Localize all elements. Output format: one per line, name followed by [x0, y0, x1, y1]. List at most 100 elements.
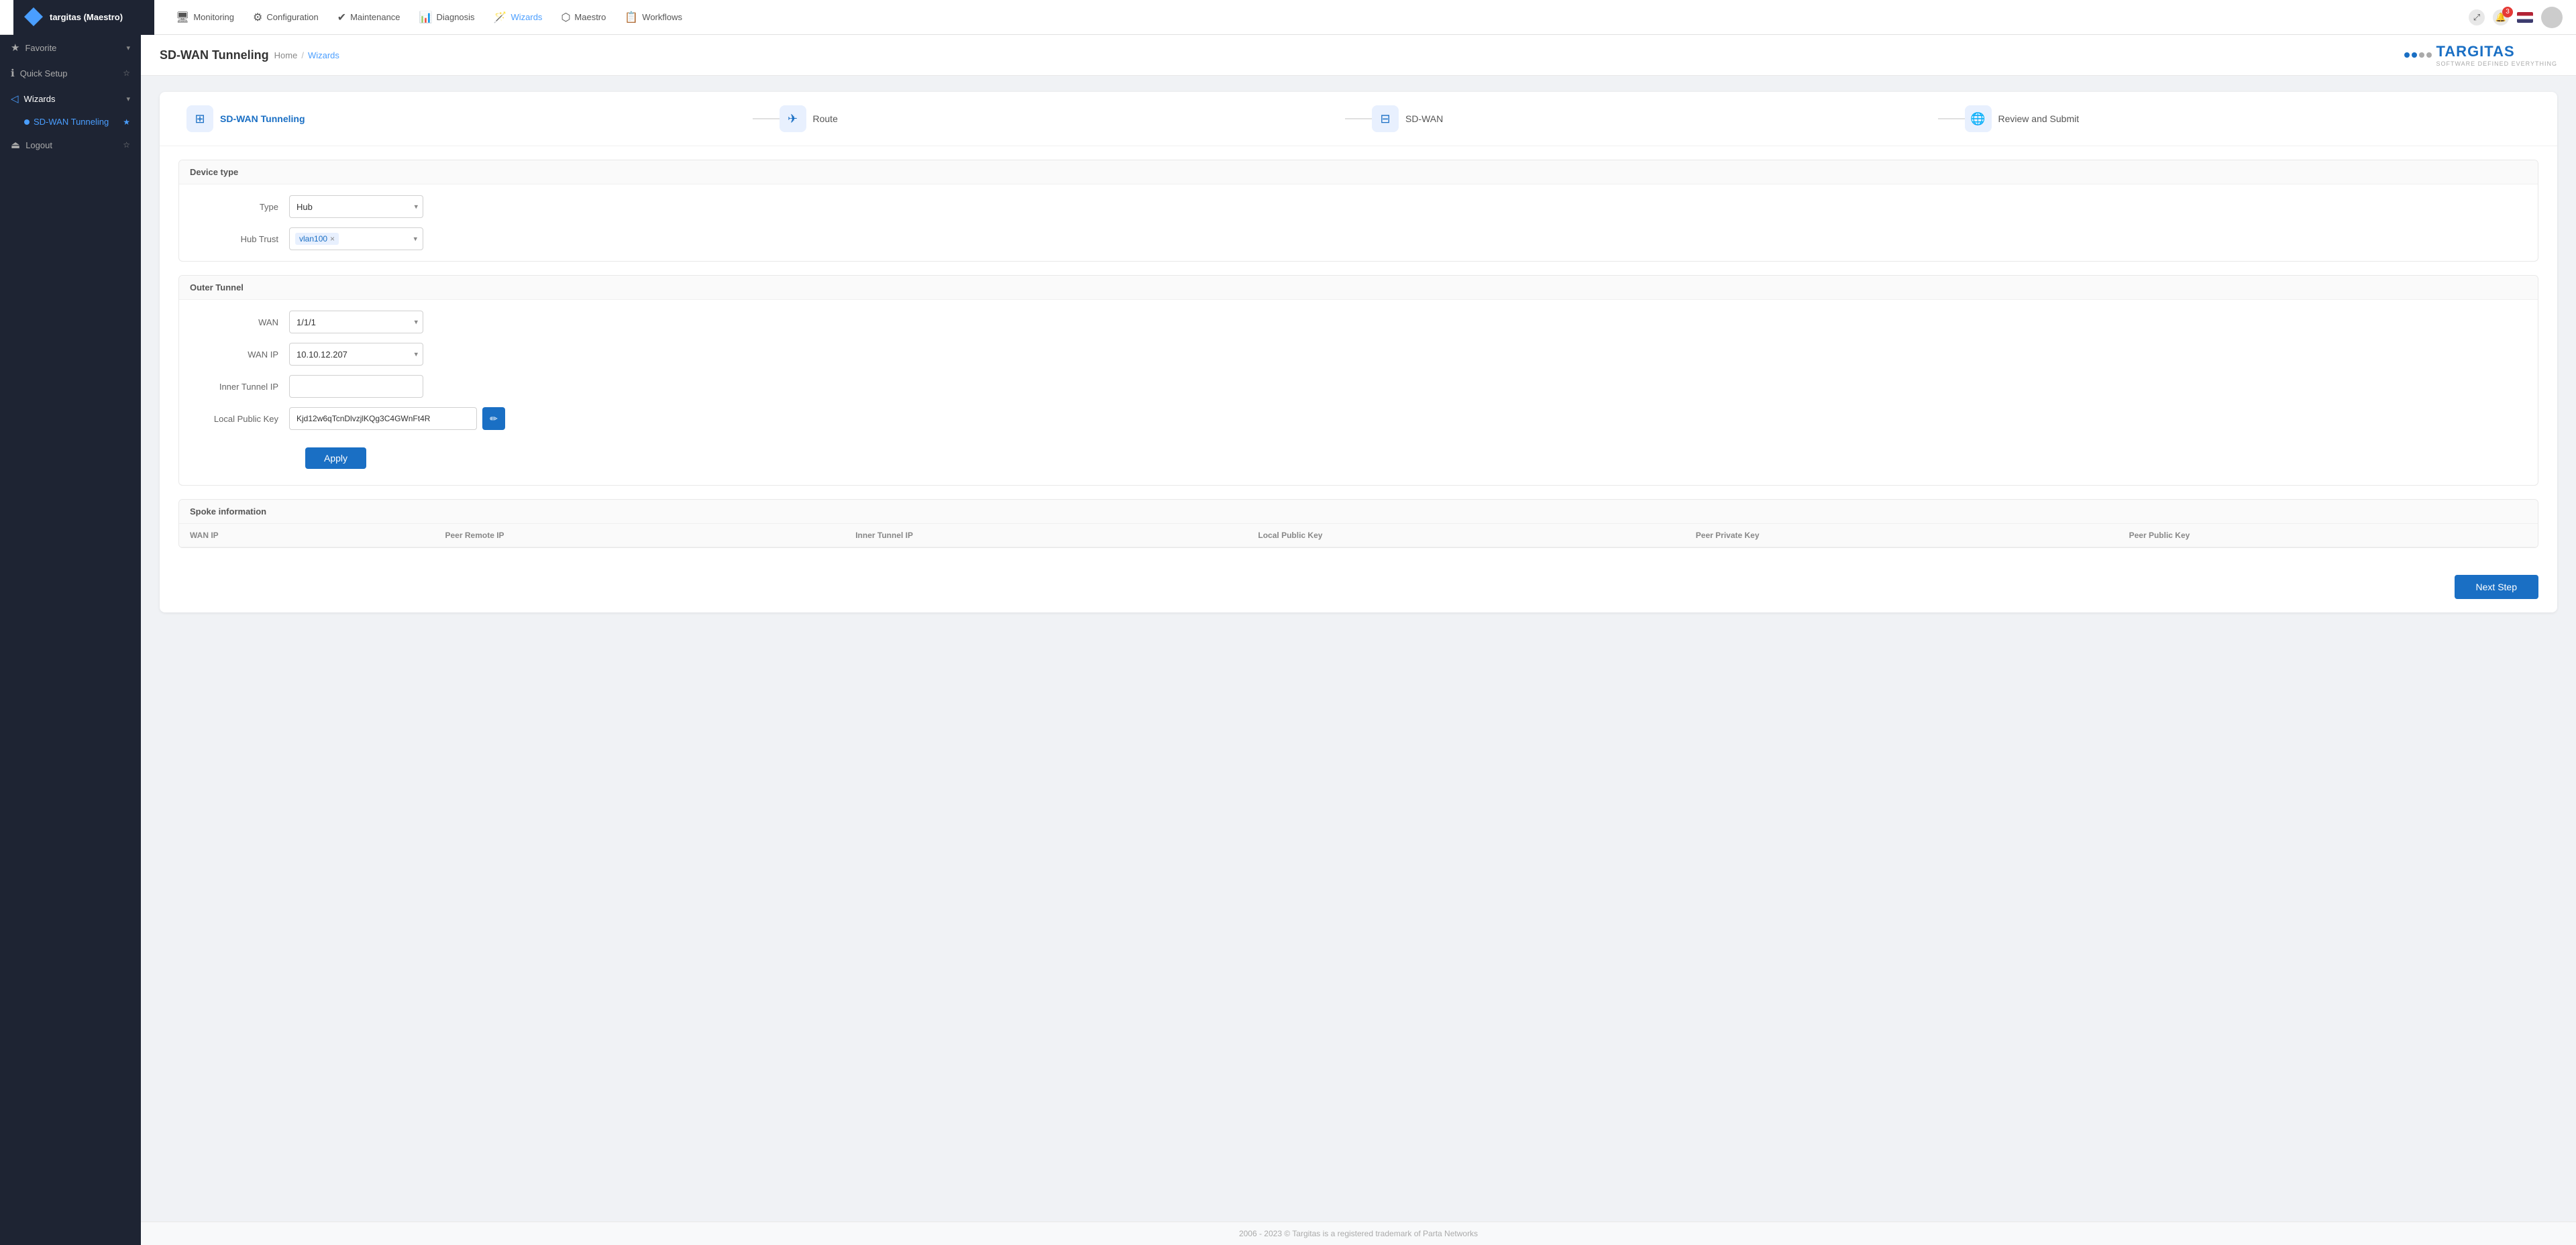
wizard-step-route[interactable]: ✈ Route — [780, 105, 1346, 132]
step-sd-wan-icon: ⊞ — [186, 105, 213, 132]
type-select[interactable]: Hub Spoke — [289, 195, 423, 218]
inner-tunnel-ip-input[interactable] — [289, 375, 423, 398]
logo-dot-1 — [2404, 52, 2410, 58]
wan-ip-select[interactable]: 10.10.12.207 — [289, 343, 423, 366]
step-route-label: Route — [813, 113, 838, 124]
nav-diagnosis[interactable]: 📊 Diagnosis — [411, 7, 483, 28]
device-type-body: Type Hub Spoke ▾ Hub Trust — [179, 184, 2538, 261]
device-type-title: Device type — [179, 160, 2538, 184]
hub-trust-tag-remove[interactable]: × — [330, 234, 335, 243]
sidebar-item-favorite[interactable]: ★ Favorite ▾ — [0, 35, 141, 60]
logo-text: TARGITAS — [2436, 43, 2557, 60]
wizard-step-review[interactable]: 🌐 Review and Submit — [1965, 105, 2531, 132]
hub-trust-label: Hub Trust — [195, 234, 289, 244]
breadcrumb-home[interactable]: Home — [274, 50, 298, 60]
nav-wizards[interactable]: 🪄 Wizards — [486, 7, 551, 28]
sidebar-item-wizards[interactable]: ◁ Wizards ▾ — [0, 86, 141, 111]
wan-ip-label: WAN IP — [195, 349, 289, 360]
maintenance-icon: ✔ — [337, 11, 346, 24]
nav-workflows-label: Workflows — [642, 12, 682, 22]
local-public-key-row: Local Public Key ✏ — [195, 407, 2522, 430]
spoke-info-table: WAN IP Peer Remote IP Inner Tunnel IP Lo… — [179, 524, 2538, 547]
inner-tunnel-ip-label: Inner Tunnel IP — [195, 382, 289, 392]
star-icon-sd-wan: ★ — [123, 117, 130, 127]
nav-maintenance[interactable]: ✔ Maintenance — [329, 7, 409, 28]
device-type-section: Device type Type Hub Spoke ▾ — [178, 160, 2538, 262]
page-title: SD-WAN Tunneling — [160, 48, 269, 62]
nav-monitoring[interactable]: 🖥 Monitoring — [168, 7, 242, 28]
col-inner-tunnel-ip: Inner Tunnel IP — [845, 524, 1247, 547]
nav-maestro-label: Maestro — [574, 12, 606, 22]
page-header: SD-WAN Tunneling Home / Wizards TARGITAS… — [141, 35, 2576, 76]
sidebar-item-logout-label: Logout — [25, 140, 52, 150]
wizard-step-sd-wan[interactable]: ⊟ SD-WAN — [1372, 105, 1938, 132]
sidebar: ★ Favorite ▾ ℹ Quick Setup ☆ ◁ Wizards ▾… — [0, 35, 141, 1245]
user-avatar[interactable] — [2541, 7, 2563, 28]
topbar-nav: 🖥 Monitoring ⚙ Configuration ✔ Maintenan… — [168, 7, 2469, 28]
logo-sub: SOFTWARE DEFINED EVERYTHING — [2436, 60, 2557, 67]
type-row: Type Hub Spoke ▾ — [195, 195, 2522, 218]
apply-button[interactable]: Apply — [305, 447, 366, 469]
step-separator-2 — [1345, 118, 1372, 119]
wizard-step-sd-wan-tunneling[interactable]: ⊞ SD-WAN Tunneling — [186, 105, 753, 132]
apply-wrapper: Apply — [195, 439, 2522, 474]
expand-button[interactable]: ⤢ — [2469, 9, 2485, 25]
sidebar-item-wizards-label: Wizards — [24, 94, 56, 104]
chevron-down-icon: ▾ — [126, 44, 130, 52]
language-flag[interactable] — [2517, 12, 2533, 23]
hub-trust-tag-select[interactable]: vlan100 × ▾ — [289, 227, 423, 250]
logo-dot-4 — [2426, 52, 2432, 58]
step-review-label: Review and Submit — [1998, 113, 2080, 124]
sidebar-item-logout[interactable]: ⏏ Logout ☆ — [0, 132, 141, 158]
wizard-card: ⊞ SD-WAN Tunneling ✈ Route ⊟ SD-WAN — [160, 92, 2557, 612]
inner-tunnel-ip-row: Inner Tunnel IP — [195, 375, 2522, 398]
wizards-icon: 🪄 — [494, 11, 507, 24]
wan-ip-row: WAN IP 10.10.12.207 ▾ — [195, 343, 2522, 366]
key-generate-button[interactable]: ✏ — [482, 407, 505, 430]
local-public-key-input[interactable] — [289, 407, 477, 430]
logo-dots — [2404, 52, 2432, 58]
sidebar-item-quick-setup[interactable]: ℹ Quick Setup ☆ — [0, 60, 141, 86]
workflows-icon: 📋 — [625, 11, 638, 24]
diagnosis-icon: 📊 — [419, 11, 433, 24]
brand: targitas (Maestro) — [13, 0, 154, 36]
nav-configuration-label: Configuration — [266, 12, 318, 22]
nav-workflows[interactable]: 📋 Workflows — [616, 7, 690, 28]
sidebar-item-quick-setup-label: Quick Setup — [20, 68, 68, 78]
logout-icon: ⏏ — [11, 139, 20, 151]
nav-maintenance-label: Maintenance — [350, 12, 400, 22]
brand-icon — [24, 7, 43, 26]
step-sdwan-label: SD-WAN — [1405, 113, 1443, 124]
nav-wizards-label: Wizards — [511, 12, 542, 22]
wan-select[interactable]: 1/1/1 — [289, 311, 423, 333]
content-area: SD-WAN Tunneling Home / Wizards TARGITAS… — [141, 35, 2576, 1245]
nav-maestro[interactable]: ⬡ Maestro — [553, 7, 614, 28]
spoke-info-section: Spoke information WAN IP Peer Remote IP … — [178, 499, 2538, 548]
next-step-button[interactable]: Next Step — [2455, 575, 2538, 599]
next-step-wrapper: Next Step — [160, 561, 2557, 612]
col-peer-public-key: Peer Public Key — [2118, 524, 2538, 547]
col-local-public-key: Local Public Key — [1247, 524, 1684, 547]
logo-dot-2 — [2412, 52, 2417, 58]
favorite-icon: ★ — [11, 42, 19, 54]
nav-configuration[interactable]: ⚙ Configuration — [245, 7, 327, 28]
notification-count: 3 — [2502, 7, 2513, 17]
logo-area: TARGITAS SOFTWARE DEFINED EVERYTHING — [2404, 43, 2557, 67]
type-select-wrapper: Hub Spoke ▾ — [289, 195, 423, 218]
step-review-icon: 🌐 — [1965, 105, 1992, 132]
col-wan-ip: WAN IP — [179, 524, 435, 547]
wizard-icon: ◁ — [11, 93, 19, 105]
spoke-info-title: Spoke information — [179, 500, 2538, 524]
notification-bell[interactable]: 🔔 3 — [2493, 9, 2509, 25]
chevron-up-icon: ▾ — [126, 95, 130, 103]
sidebar-item-sd-wan-tunneling[interactable]: SD-WAN Tunneling ★ — [0, 111, 141, 132]
star-icon-logout: ☆ — [123, 140, 130, 150]
hub-trust-tag: vlan100 × — [295, 233, 339, 245]
breadcrumb-current: Wizards — [308, 50, 339, 60]
step-route-icon: ✈ — [780, 105, 806, 132]
monitoring-icon: 🖥 — [176, 11, 189, 24]
wan-ip-select-wrapper: 10.10.12.207 ▾ — [289, 343, 423, 366]
wizard-steps: ⊞ SD-WAN Tunneling ✈ Route ⊟ SD-WAN — [160, 92, 2557, 146]
sidebar-item-sd-wan-tunneling-label: SD-WAN Tunneling — [34, 117, 109, 127]
hub-trust-chevron: ▾ — [413, 235, 417, 243]
